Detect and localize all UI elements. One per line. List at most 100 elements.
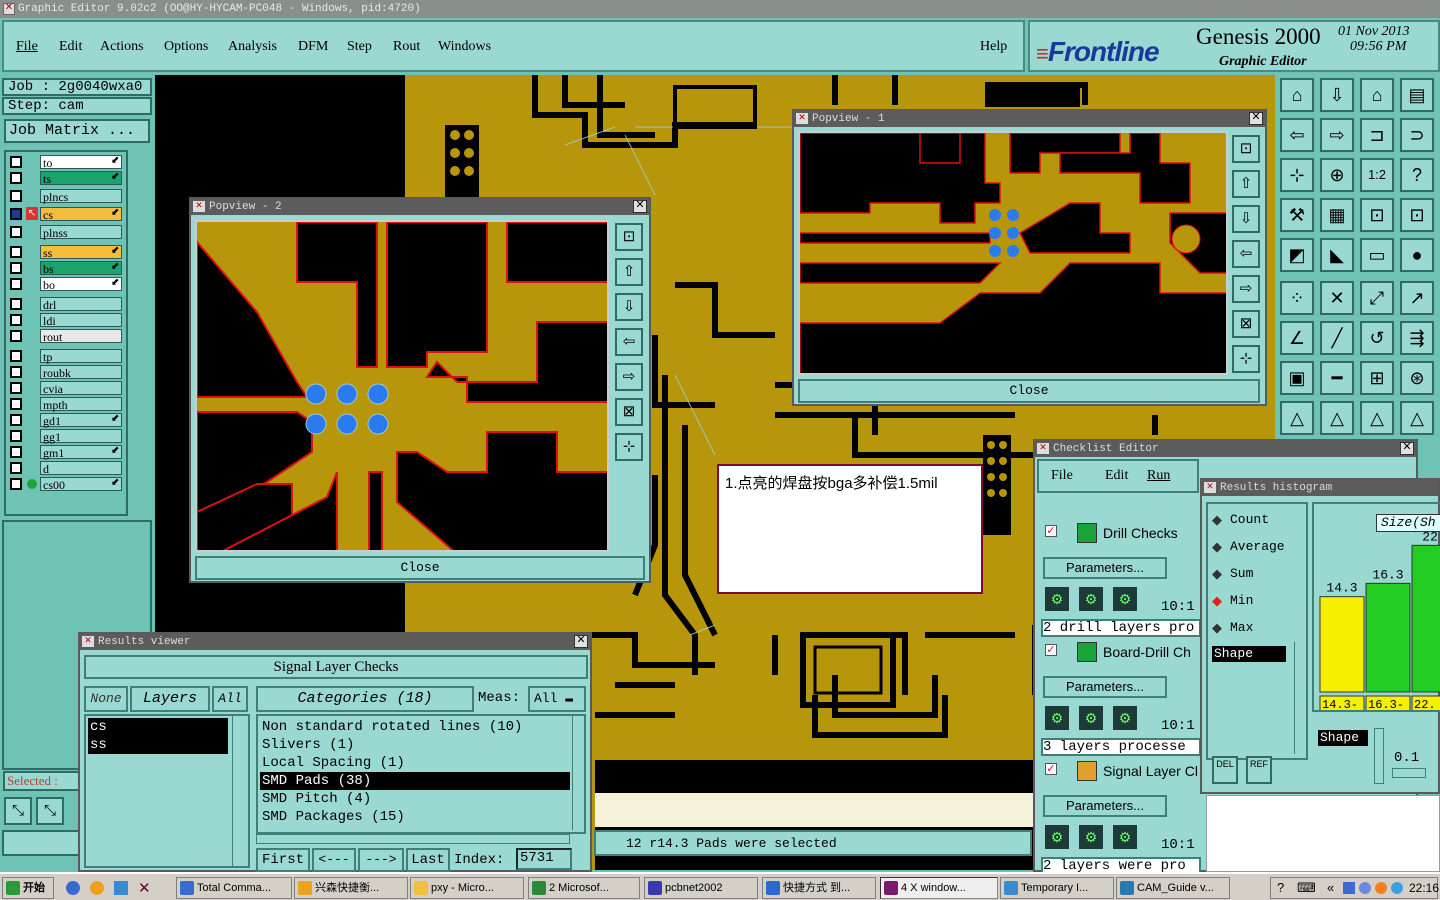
layer-row-cvia[interactable]: cvia [8, 381, 124, 396]
category-item[interactable]: SMD Pads (38) [260, 772, 570, 790]
arrow-icon[interactable]: ⇶ [1400, 321, 1434, 355]
tray-icon[interactable] [1359, 882, 1371, 894]
taskbar-item[interactable]: 快捷方式 到... [762, 877, 876, 899]
index-input[interactable]: 5731 [516, 848, 572, 870]
pan-left-icon[interactable]: ⇦ [1280, 118, 1314, 152]
checklist-menu-file[interactable]: File [1051, 468, 1073, 484]
angle-icon[interactable]: ∠ [1280, 321, 1314, 355]
home-icon[interactable]: ⌂ [1360, 78, 1394, 112]
fit-icon[interactable]: ⊠ [1232, 310, 1260, 338]
redraw-icon[interactable]: ⊃ [1400, 118, 1434, 152]
app-icon[interactable] [114, 881, 128, 895]
layer-row-plnss[interactable]: plnss [8, 225, 124, 240]
tray-arrow-icon[interactable]: « [1327, 880, 1334, 895]
run-action-icon[interactable]: ⚙ [1111, 704, 1139, 732]
snap-icon[interactable]: ⊡ [1360, 198, 1394, 232]
popview-1-close-button[interactable]: Close [798, 379, 1260, 403]
job-matrix-button[interactable]: Job Matrix ... [4, 119, 150, 143]
category-item[interactable]: Non standard rotated lines (10) [260, 718, 570, 736]
parameters-button[interactable]: Parameters... [1043, 557, 1167, 579]
pad-icon[interactable]: ● [1400, 238, 1434, 272]
layer-row-rout[interactable]: rout [8, 329, 124, 344]
layer-row-drl[interactable]: drl [8, 297, 124, 312]
scale-slider[interactable] [1392, 768, 1426, 778]
help-icon[interactable]: ? [1400, 158, 1434, 192]
layer-row-d[interactable]: d [8, 461, 124, 476]
histogram-bar[interactable] [1319, 596, 1365, 693]
popview-2-close-button[interactable]: Close [195, 556, 645, 580]
pan-left-icon[interactable]: ⇦ [615, 328, 643, 356]
pan-right-icon[interactable]: ⇨ [1232, 275, 1260, 303]
histogram-option-max[interactable]: ◆ Max [1212, 618, 1306, 638]
layer-row-ldi[interactable]: ldi [8, 313, 124, 328]
del-button[interactable]: DEL [1212, 756, 1238, 784]
category-item[interactable]: Local Spacing (1) [260, 754, 570, 772]
next-button[interactable]: ---> [358, 848, 404, 872]
taskbar-item[interactable]: 4 X window... [880, 877, 998, 899]
layer-checkbox[interactable] [10, 414, 22, 426]
popview-1-canvas[interactable] [798, 131, 1228, 375]
layer-row-cs[interactable]: ↖ cs ⬋ [8, 207, 124, 222]
layer-checkbox[interactable] [10, 262, 22, 274]
checklist-item-checkbox[interactable]: ✓ [1045, 763, 1057, 775]
snap2-icon[interactable]: ⊡ [1400, 198, 1434, 232]
help-icon[interactable]: ? [1277, 880, 1284, 895]
menu-windows[interactable]: Windows [438, 39, 491, 55]
center-icon[interactable]: ⊹ [1232, 345, 1260, 373]
checklist-menu-run[interactable]: Run [1147, 468, 1170, 484]
ie-icon[interactable] [66, 881, 80, 895]
category-item[interactable]: Slivers (1) [260, 736, 570, 754]
zoom-area-icon[interactable]: ⊐ [1360, 118, 1394, 152]
layer-row-roubk[interactable]: roubk [8, 365, 124, 380]
layer-checkbox[interactable] [10, 430, 22, 442]
network-icon[interactable] [1343, 882, 1355, 894]
layer-checkbox[interactable] [10, 156, 22, 168]
run-action-icon[interactable]: ⚙ [1111, 823, 1139, 851]
tool-icon-2[interactable]: ⤡ [36, 797, 64, 825]
menu-dfm[interactable]: DFM [298, 39, 328, 55]
categories-hscrollbar[interactable] [256, 834, 570, 844]
checklist-item-name[interactable]: Drill Checks [1103, 525, 1178, 541]
triangle-icon[interactable]: △ [1400, 401, 1434, 435]
taskbar-item[interactable]: CAM_Guide v... [1116, 877, 1230, 899]
pan-right-icon[interactable]: ⇨ [615, 363, 643, 391]
layer-checkbox[interactable] [10, 366, 22, 378]
layer-checkbox[interactable] [10, 478, 22, 490]
center-icon[interactable]: ⊹ [1280, 158, 1314, 192]
layer-checkbox[interactable] [10, 314, 22, 326]
fit-icon[interactable]: ⊠ [615, 398, 643, 426]
last-button[interactable]: Last [406, 848, 450, 872]
run-action-icon[interactable]: ⚙ [1111, 585, 1139, 613]
layer-checkbox[interactable] [10, 226, 22, 238]
none-button[interactable]: None [84, 686, 128, 712]
slope-icon[interactable]: ╱ [1320, 321, 1354, 355]
minus-icon[interactable]: ━ [1320, 361, 1354, 395]
options-scrollbar[interactable] [1294, 642, 1306, 754]
layer-checkbox[interactable] [10, 330, 22, 342]
run-action-icon[interactable]: ⚙ [1077, 585, 1105, 613]
menu-rout[interactable]: Rout [393, 39, 420, 55]
histogram-option-min[interactable]: ◆ Min [1212, 591, 1306, 611]
histogram-bar[interactable] [1411, 544, 1440, 693]
meas-dropdown[interactable]: All ▬ [528, 686, 586, 712]
taskbar-item[interactable]: pxy - Micro... [410, 877, 524, 899]
zoom-home-icon[interactable]: ⌂ [1280, 78, 1314, 112]
layer-row-gm1[interactable]: gm1 ⬋ [8, 445, 124, 460]
close-icon[interactable]: ✕ [633, 200, 647, 213]
triangle-icon[interactable]: △ [1280, 401, 1314, 435]
fit-all-icon[interactable]: ⊕ [1320, 158, 1354, 192]
taskbar-item[interactable]: pcbnet2002 [644, 877, 758, 899]
close-icon[interactable]: ✕ [574, 635, 588, 648]
app-icon[interactable] [90, 881, 104, 895]
checklist-item-name[interactable]: Board-Drill Ch [1103, 644, 1191, 660]
checklist-item-checkbox[interactable]: ✓ [1045, 644, 1057, 656]
layer-checkbox[interactable] [10, 208, 22, 220]
triangle-icon[interactable]: △ [1360, 401, 1394, 435]
pan-up-icon[interactable]: ⇧ [1232, 170, 1260, 198]
taskbar-item[interactable]: Temporary I... [1000, 877, 1114, 899]
scale-icon[interactable]: 1:2 [1360, 158, 1394, 192]
layer-row-ts[interactable]: ts ⬋ [8, 171, 124, 186]
pan-down-icon[interactable]: ⇩ [615, 293, 643, 321]
layer-item[interactable]: ss [88, 736, 228, 754]
frame-icon[interactable]: ⊞ [1360, 361, 1394, 395]
